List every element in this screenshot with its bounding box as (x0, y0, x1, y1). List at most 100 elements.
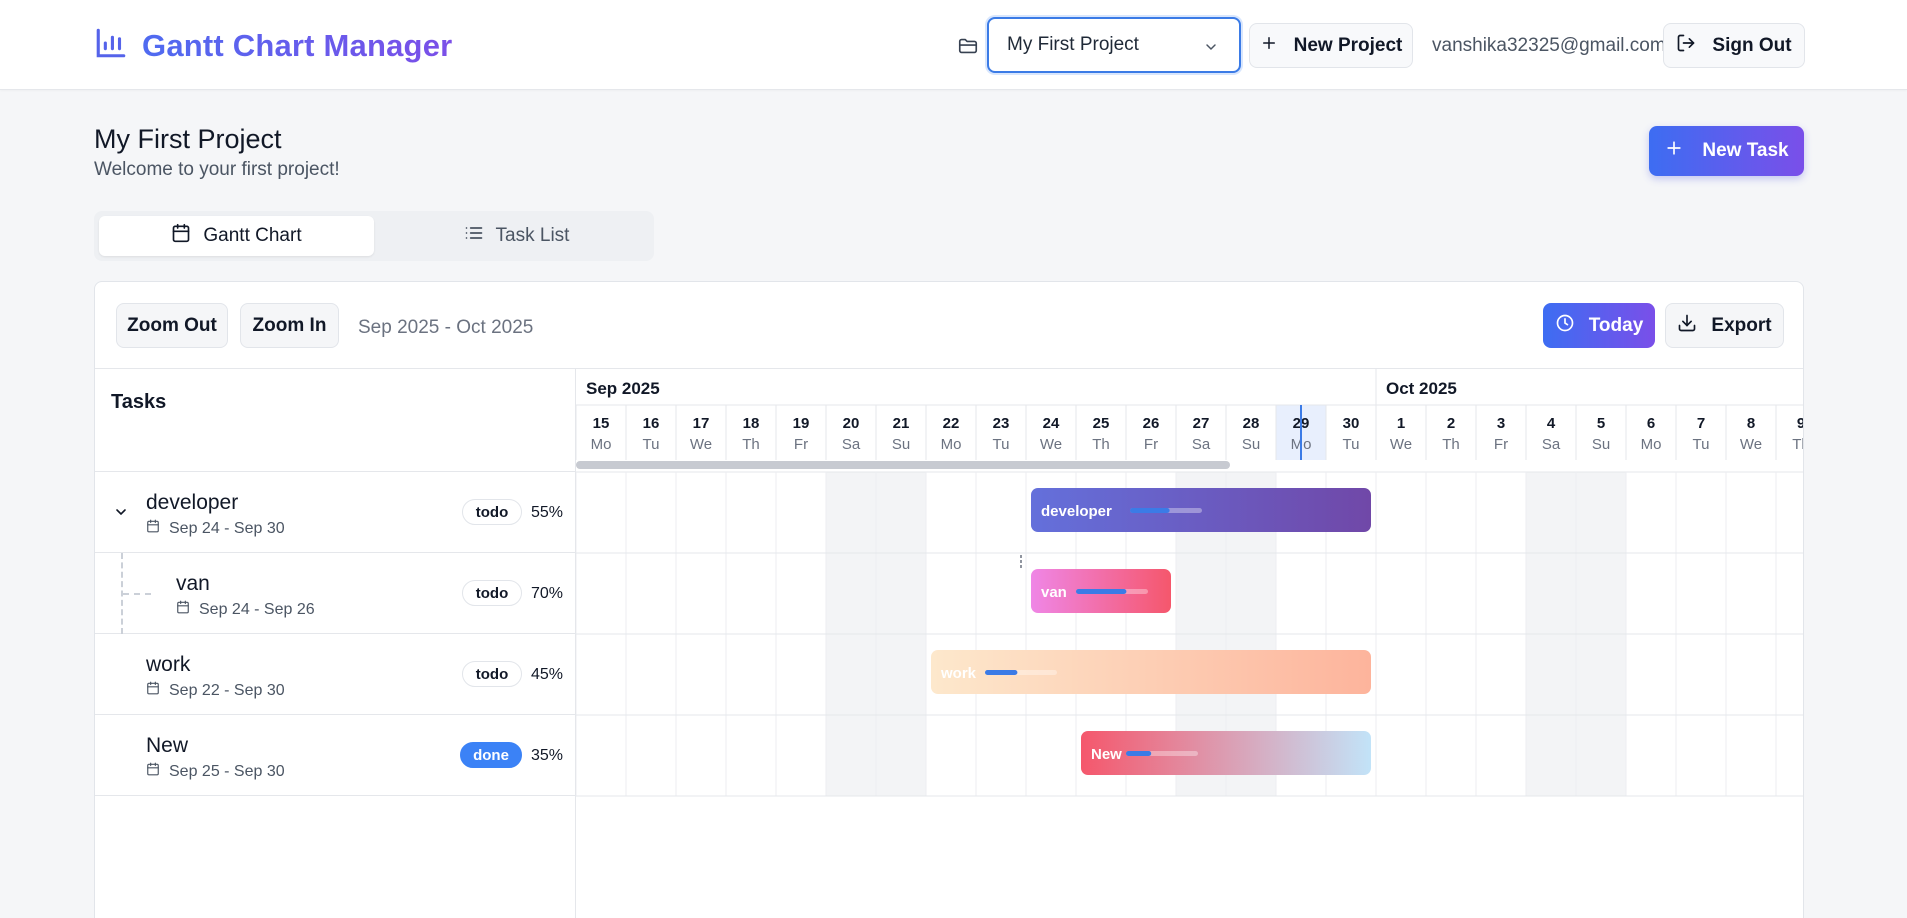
day-weekday-label: Tu (1693, 436, 1710, 453)
tasks-header-label: Tasks (111, 391, 167, 413)
day-number-label: 26 (1143, 415, 1160, 432)
sign-out-label: Sign Out (1712, 34, 1792, 56)
task-bar-progress-fill (1126, 751, 1152, 756)
day-weekday-label: We (1040, 436, 1062, 453)
chevron-down-icon[interactable] (113, 504, 129, 525)
new-task-label: New Task (1702, 140, 1789, 161)
day-number-label: 1 (1397, 415, 1405, 432)
zoom-in-button[interactable]: Zoom In (240, 303, 339, 348)
day-number-label: 6 (1647, 415, 1655, 432)
tree-connector-branch (123, 593, 151, 595)
task-dates: Sep 24 - Sep 30 (146, 519, 285, 538)
task-bar-progress-fill (985, 670, 1018, 675)
status-badge: todo (462, 661, 522, 687)
day-number-label: 4 (1547, 415, 1556, 432)
month-label: Sep 2025 (586, 379, 660, 398)
tab-gantt-chart[interactable]: Gantt Chart (99, 216, 374, 256)
gantt-card: Zoom Out Zoom In Sep 2025 - Oct 2025 Tod… (94, 281, 1804, 918)
day-weekday-label: Th (1792, 436, 1804, 453)
today-label: Today (1588, 314, 1644, 336)
bar-chart-icon (94, 26, 128, 65)
gantt-toolbar: Zoom Out Zoom In Sep 2025 - Oct 2025 Tod… (95, 282, 1803, 369)
project-select-value: My First Project (1007, 34, 1139, 55)
task-bar[interactable] (1081, 731, 1371, 775)
task-date-range: Sep 24 - Sep 26 (199, 600, 315, 618)
day-number-label: 27 (1193, 415, 1210, 432)
day-weekday-label: Th (742, 436, 760, 453)
chevron-down-icon (1203, 39, 1219, 61)
task-bar-progress-fill (1076, 589, 1127, 594)
day-number-label: 3 (1497, 415, 1505, 432)
calendar-icon (171, 223, 191, 249)
top-bar: Gantt Chart Manager My First Project New… (0, 0, 1907, 90)
day-number-label: 9 (1797, 415, 1804, 432)
tab-task-list-label: Task List (495, 225, 570, 246)
day-number-label: 22 (943, 415, 960, 432)
day-weekday-label: Mo (941, 436, 962, 453)
tasks-column-header: Tasks (95, 369, 576, 472)
task-date-range: Sep 24 - Sep 30 (169, 519, 285, 537)
user-email: vanshika32325@gmail.com (1432, 35, 1666, 56)
task-name: developer (146, 491, 239, 514)
day-weekday-label: We (1390, 436, 1412, 453)
sign-out-button[interactable]: Sign Out (1663, 23, 1805, 68)
view-tabs: Gantt Chart Task List (94, 211, 654, 261)
task-dates: Sep 22 - Sep 30 (146, 681, 285, 700)
task-date-range: Sep 25 - Sep 30 (169, 762, 285, 780)
task-row[interactable]: New Sep 25 - Sep 30 done 35% (95, 715, 576, 796)
day-weekday-label: Mo (1641, 436, 1662, 453)
day-number-label: 2 (1447, 415, 1455, 432)
calendar-icon (146, 519, 160, 538)
day-weekday-label: Su (892, 436, 910, 453)
status-badge: todo (462, 580, 522, 606)
day-number-label: 28 (1243, 415, 1260, 432)
task-row[interactable]: van Sep 24 - Sep 26 todo 70% (95, 553, 576, 634)
list-icon (464, 223, 484, 249)
page-subtitle: Welcome to your first project! (94, 159, 340, 180)
day-weekday-label: Fr (794, 436, 808, 453)
export-label: Export (1711, 314, 1772, 336)
task-bar-label: van (1041, 584, 1067, 601)
timeline-scrollbar (576, 461, 1230, 469)
task-bar-label: New (1091, 746, 1122, 763)
day-number-label: 17 (693, 415, 710, 432)
new-task-button[interactable]: New Task (1649, 126, 1804, 176)
app-logo[interactable]: Gantt Chart Manager (94, 26, 452, 65)
tab-task-list[interactable]: Task List (384, 216, 649, 256)
day-number-label: 24 (1043, 415, 1060, 432)
task-name: New (146, 734, 189, 757)
sign-out-icon (1676, 33, 1696, 59)
task-row[interactable]: work Sep 22 - Sep 30 todo 45% (95, 634, 576, 715)
gantt-timeline[interactable]: 15 Mo 16 Tu 17 We 18 Th 19 Fr 20 Sa 21 Su 22 Mo 23 Tu 24 We… (576, 369, 1804, 918)
day-weekday-label: Th (1442, 436, 1460, 453)
plus-icon (1260, 34, 1278, 58)
zoom-out-button[interactable]: Zoom Out (116, 303, 228, 348)
day-weekday-label: Mo (591, 436, 612, 453)
task-date-range: Sep 22 - Sep 30 (169, 681, 285, 699)
task-bar-progress-fill (1130, 508, 1170, 513)
export-button[interactable]: Export (1665, 303, 1784, 348)
day-number-label: 30 (1343, 415, 1360, 432)
day-number-label: 5 (1597, 415, 1605, 432)
task-row[interactable]: developer Sep 24 - Sep 30 todo 55% (95, 472, 576, 553)
day-weekday-label: Tu (643, 436, 660, 453)
day-number-label: 19 (793, 415, 810, 432)
day-weekday-label: Tu (993, 436, 1010, 453)
calendar-icon (146, 681, 160, 700)
task-dates: Sep 24 - Sep 26 (176, 600, 315, 619)
calendar-icon (176, 600, 190, 619)
task-name: van (176, 572, 210, 595)
task-bar-label: developer (1041, 503, 1112, 520)
day-weekday-label: Sa (842, 436, 861, 453)
download-icon (1677, 313, 1697, 339)
new-project-button[interactable]: New Project (1249, 23, 1413, 68)
calendar-icon (146, 762, 160, 781)
task-dates: Sep 25 - Sep 30 (146, 762, 285, 781)
day-weekday-label: Sa (1542, 436, 1561, 453)
task-progress-percent: 45% (531, 666, 564, 683)
today-button[interactable]: Today (1543, 303, 1655, 348)
tab-gantt-chart-label: Gantt Chart (203, 225, 302, 246)
project-select[interactable]: My First Project (987, 17, 1241, 73)
plus-icon (1664, 138, 1684, 164)
task-name: work (146, 653, 191, 676)
